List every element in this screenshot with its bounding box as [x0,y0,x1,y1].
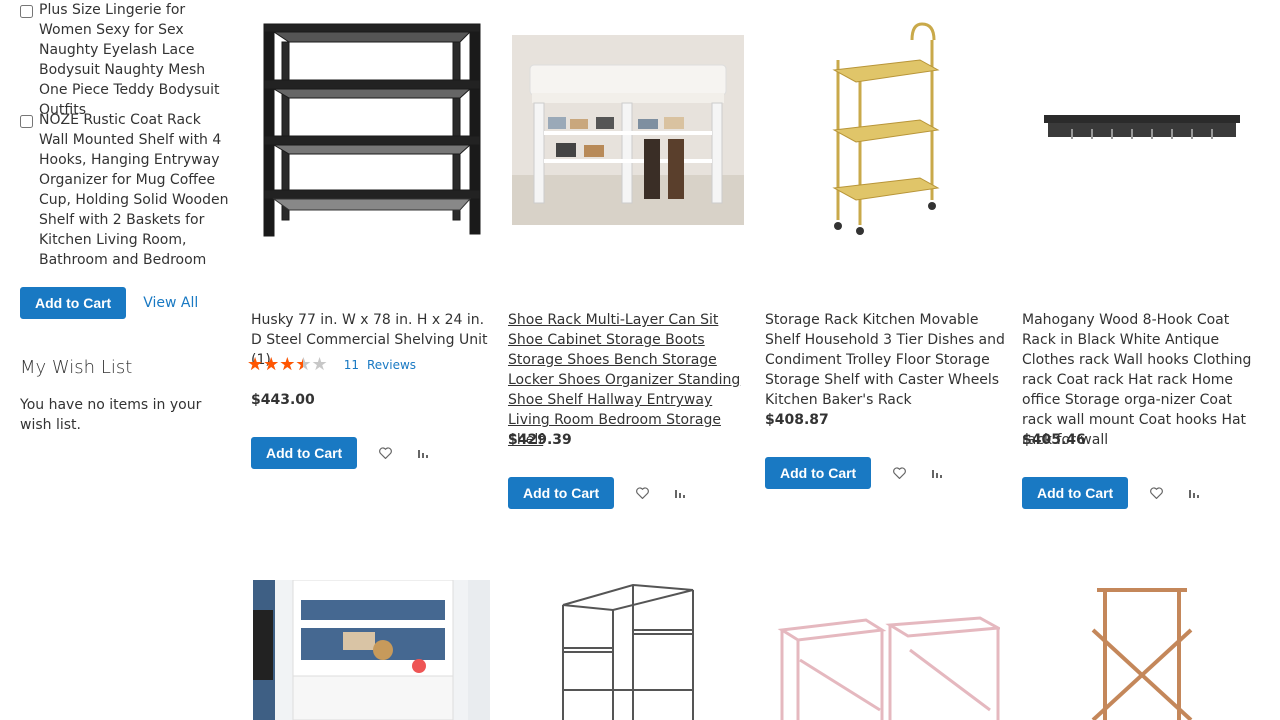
shoe-bench-image [512,35,744,225]
product-image[interactable] [251,10,491,250]
pink-rack-image [777,616,1000,720]
heart-icon[interactable] [375,443,395,463]
wooden-stand-image [1091,588,1193,720]
product-actions: Add to Cart [1022,477,1204,509]
product-name[interactable]: Storage Rack Kitchen Movable Shelf House… [765,310,1005,410]
product-price: $408.87 [765,412,829,428]
product-name[interactable]: Mahogany Wood 8-Hook Coat Rack in Black … [1022,310,1262,450]
heart-icon[interactable] [632,483,652,503]
add-to-cart-button[interactable]: Add to Cart [508,477,615,509]
wishlist-title: My Wish List [20,357,133,378]
hall-tree-image [252,580,490,720]
compare-icon[interactable] [670,483,690,503]
product-image[interactable] [765,580,1005,720]
compare-list-item: NOZE Rustic Coat Rack Wall Mounted Shelf… [20,110,230,270]
product-image[interactable] [251,580,491,720]
compare-item-name[interactable]: NOZE Rustic Coat Rack Wall Mounted Shelf… [39,110,230,270]
shelving-unit-image [263,23,481,237]
product-image[interactable] [765,10,1005,250]
product-name[interactable]: Shoe Rack Multi-Layer Can Sit Shoe Cabin… [508,310,748,450]
wire-wardrobe-image [562,583,694,720]
wishlist-empty-message: You have no items in your wish list. [20,397,202,433]
product-price: $429.39 [508,432,572,448]
product-item [251,580,491,720]
product-price: $405.46 [1022,432,1086,448]
add-to-cart-button[interactable]: Add to Cart [1022,477,1129,509]
product-price: $443.00 [251,392,315,408]
product-actions: Add to Cart [508,477,690,509]
product-image[interactable] [508,580,748,720]
product-item [765,580,1005,720]
product-image[interactable] [1022,10,1262,250]
add-to-cart-button[interactable]: Add to Cart [765,457,872,489]
compare-list-item: Plus Size Lingerie for Women Sexy for Se… [20,0,230,120]
product-actions: Add to Cart [251,437,433,469]
rating-stars-filled: ★★★★★ [247,356,303,374]
sidebar-add-to-cart-button[interactable]: Add to Cart [20,287,127,319]
compare-icon[interactable] [927,463,947,483]
compare-icon[interactable] [413,443,433,463]
gold-trolley-image [832,22,940,235]
heart-icon[interactable] [1146,483,1166,503]
product-item [508,580,748,720]
compare-actions: Add to Cart View All [20,287,198,319]
compare-icon[interactable] [1184,483,1204,503]
reviews-link[interactable]: 11 Reviews [344,358,424,372]
product-image[interactable] [1022,580,1262,720]
compare-item-name[interactable]: Plus Size Lingerie for Women Sexy for Se… [39,0,230,120]
product-item [1022,580,1262,720]
product-image[interactable] [508,10,748,250]
view-all-link[interactable]: View All [143,295,198,311]
product-actions: Add to Cart [765,457,947,489]
compare-item-checkbox[interactable] [20,5,33,18]
add-to-cart-button[interactable]: Add to Cart [251,437,358,469]
compare-item-checkbox[interactable] [20,115,33,128]
rating-stars: ★★★★★ ★★★★★ [247,354,328,375]
coat-rack-image [1044,115,1240,139]
heart-icon[interactable] [889,463,909,483]
product-rating: ★★★★★ ★★★★★ 11Reviews [247,356,424,374]
